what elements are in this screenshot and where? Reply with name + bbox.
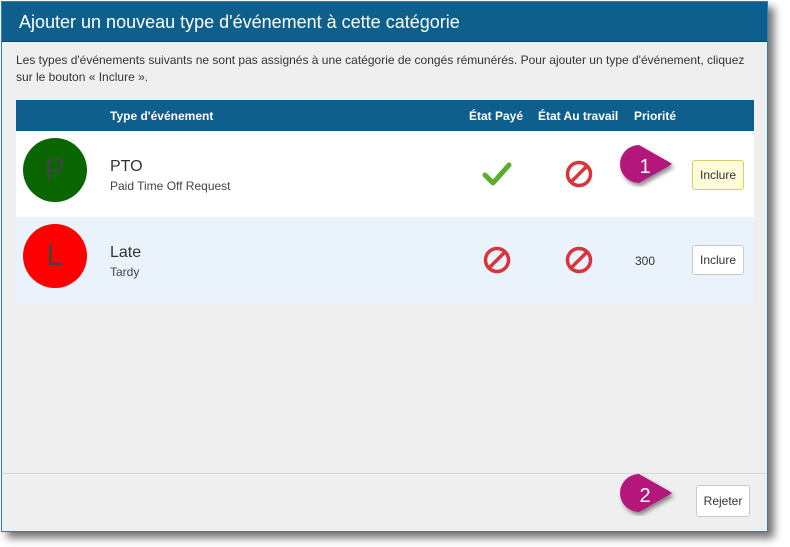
callout-badge-2: 2 bbox=[620, 474, 672, 512]
check-icon bbox=[482, 162, 512, 186]
prohibited-icon bbox=[565, 160, 593, 188]
include-button[interactable]: Inclure bbox=[692, 160, 744, 190]
event-type-grid: Type d'événement État Payé État Au trava… bbox=[16, 100, 754, 303]
prohibited-icon bbox=[483, 246, 511, 274]
column-header-paid-status[interactable]: État Payé bbox=[469, 109, 523, 123]
reject-button[interactable]: Rejeter bbox=[696, 485, 750, 517]
prohibited-icon bbox=[565, 246, 593, 274]
table-row: L Late Tardy 300 Inclure bbox=[16, 217, 754, 303]
priority-value: 300 bbox=[635, 254, 656, 268]
dialog-title: Ajouter un nouveau type d'événement à ce… bbox=[2, 2, 767, 42]
column-header-priority[interactable]: Priorité bbox=[634, 109, 676, 123]
column-header-event-type[interactable]: Type d'événement bbox=[110, 109, 213, 123]
event-type-name: Late bbox=[110, 244, 142, 261]
event-type-subtitle: Paid Time Off Request bbox=[110, 179, 231, 193]
avatar: P bbox=[23, 138, 87, 202]
callout-number: 2 bbox=[639, 485, 650, 507]
callout-badge-1: 1 bbox=[620, 145, 672, 183]
dialog-description: Les types d'événements suivants ne sont … bbox=[16, 53, 745, 84]
add-event-type-dialog: Ajouter un nouveau type d'événement à ce… bbox=[1, 1, 768, 532]
callout-number: 1 bbox=[639, 156, 650, 178]
avatar: L bbox=[23, 224, 87, 288]
grid-header: Type d'événement État Payé État Au trava… bbox=[16, 100, 754, 131]
event-type-subtitle: Tardy bbox=[110, 265, 140, 279]
column-header-work-status[interactable]: État Au travail bbox=[538, 109, 618, 123]
include-button[interactable]: Inclure bbox=[692, 245, 744, 275]
event-type-name: PTO bbox=[110, 158, 143, 175]
